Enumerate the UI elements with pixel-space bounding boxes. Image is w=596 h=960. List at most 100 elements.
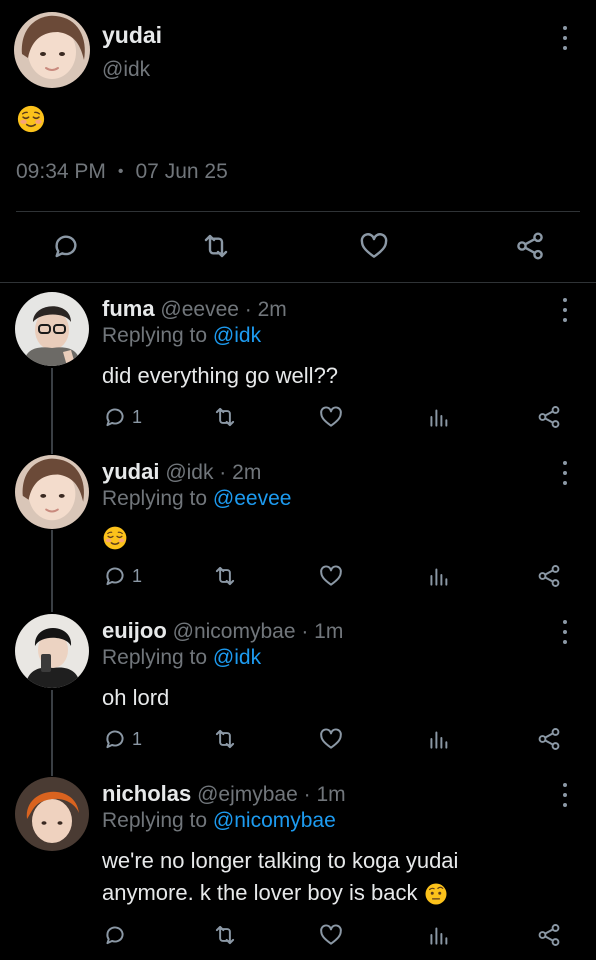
share-icon <box>536 726 562 752</box>
reply-header: yudai @idk · 2m <box>102 459 261 485</box>
reply-header: nicholas @ejmybae · 1m <box>102 781 346 807</box>
mention-link[interactable]: @nicomybae <box>213 809 336 832</box>
replying-to: Replying to @idk <box>102 646 261 670</box>
share-button[interactable] <box>514 230 546 262</box>
avatar[interactable] <box>15 292 89 366</box>
reply-button[interactable] <box>102 922 128 948</box>
relieved-face-emoji-icon <box>102 525 128 551</box>
replying-prefix: Replying to <box>102 324 208 347</box>
author-name[interactable]: fuma <box>102 296 155 321</box>
share-icon <box>514 230 546 262</box>
heart-icon <box>318 404 344 430</box>
author-handle[interactable]: @ejmybae · 1m <box>197 783 346 806</box>
analytics-button[interactable] <box>426 404 452 430</box>
mention-link[interactable]: @idk <box>213 646 261 669</box>
tweet-text: we're no longer talking to koga yudai an… <box>102 845 572 909</box>
reply-count: 1 <box>132 728 143 749</box>
reply-button[interactable]: 1 <box>102 726 142 752</box>
reply-icon <box>102 922 128 948</box>
divider <box>0 282 596 283</box>
avatar[interactable] <box>15 777 89 851</box>
analytics-button[interactable] <box>426 726 452 752</box>
retweet-icon <box>212 726 238 752</box>
reply-button[interactable]: 1 <box>102 404 142 430</box>
tweet-text <box>16 104 46 134</box>
author-handle[interactable]: @nicomybae · 1m <box>173 620 344 643</box>
retweet-button[interactable] <box>212 922 238 948</box>
avatar[interactable] <box>15 455 89 529</box>
raised-eyebrow-emoji-icon <box>424 882 448 906</box>
timestamp-separator: • <box>117 163 124 180</box>
avatar[interactable] <box>14 12 90 88</box>
more-options-icon[interactable] <box>561 620 569 644</box>
author-handle[interactable]: @idk <box>102 58 150 82</box>
relieved-face-emoji-icon <box>16 104 46 134</box>
reply-button[interactable] <box>50 230 82 262</box>
author-handle[interactable]: @idk · 2m <box>165 461 261 484</box>
share-button[interactable] <box>536 563 562 589</box>
replying-to: Replying to @nicomybae <box>102 809 336 833</box>
more-options-icon[interactable] <box>561 461 569 485</box>
retweet-icon <box>212 922 238 948</box>
mention-link[interactable]: @idk <box>213 324 261 347</box>
reply-icon <box>102 563 128 589</box>
like-button[interactable] <box>318 922 344 948</box>
mention-link[interactable]: @eevee <box>213 487 292 510</box>
reply-tweet[interactable]: yudai @idk · 2m Replying to @eevee 1 <box>0 453 596 613</box>
retweet-button[interactable] <box>212 404 238 430</box>
replying-prefix: Replying to <box>102 646 208 669</box>
share-button[interactable] <box>536 404 562 430</box>
reply-icon <box>102 726 128 752</box>
tweet-actions: 1 <box>0 726 596 754</box>
more-options-icon[interactable] <box>561 783 569 807</box>
replying-prefix: Replying to <box>102 487 208 510</box>
retweet-button[interactable] <box>212 726 238 752</box>
share-button[interactable] <box>536 726 562 752</box>
heart-icon <box>358 230 390 262</box>
author-name[interactable]: yudai <box>102 459 159 484</box>
reply-tweet[interactable]: nicholas @ejmybae · 1m Replying to @nico… <box>0 775 596 960</box>
divider <box>16 211 580 212</box>
retweet-button[interactable] <box>212 563 238 589</box>
like-button[interactable] <box>358 230 390 262</box>
heart-icon <box>318 726 344 752</box>
stats-icon <box>426 404 452 430</box>
analytics-button[interactable] <box>426 563 452 589</box>
reply-icon <box>50 230 82 262</box>
author-name[interactable]: nicholas <box>102 781 191 806</box>
author-name[interactable]: yudai <box>102 22 162 49</box>
share-button[interactable] <box>536 922 562 948</box>
reply-header: euijoo @nicomybae · 1m <box>102 618 343 644</box>
more-options-icon[interactable] <box>561 298 569 322</box>
replying-prefix: Replying to <box>102 809 208 832</box>
analytics-button[interactable] <box>426 922 452 948</box>
author-handle[interactable]: @eevee · 2m <box>160 298 286 321</box>
main-tweet: yudai @idk 09:34 PM • 07 Jun 25 <box>0 0 596 283</box>
more-options-icon[interactable] <box>561 26 569 50</box>
avatar[interactable] <box>15 614 89 688</box>
tweet-date: 07 Jun 25 <box>135 160 228 183</box>
retweet-button[interactable] <box>200 230 232 262</box>
share-icon <box>536 563 562 589</box>
replying-to: Replying to @idk <box>102 324 261 348</box>
reply-header: fuma @eevee · 2m <box>102 296 287 322</box>
heart-icon <box>318 922 344 948</box>
like-button[interactable] <box>318 563 344 589</box>
retweet-icon <box>200 230 232 262</box>
like-button[interactable] <box>318 726 344 752</box>
like-button[interactable] <box>318 404 344 430</box>
stats-icon <box>426 726 452 752</box>
tweet-text: did everything go well?? <box>102 363 339 388</box>
reply-button[interactable]: 1 <box>102 563 142 589</box>
author-name[interactable]: euijoo <box>102 618 167 643</box>
reply-tweet[interactable]: fuma @eevee · 2m Replying to @idk did ev… <box>0 290 596 450</box>
reply-count: 1 <box>132 565 143 586</box>
replying-to: Replying to @eevee <box>102 487 291 511</box>
reply-tweet[interactable]: euijoo @nicomybae · 1m Replying to @idk … <box>0 612 596 772</box>
tweet-text-content: anymore. k the lover boy is back <box>102 880 418 905</box>
stats-icon <box>426 563 452 589</box>
tweet-time: 09:34 PM <box>16 160 106 183</box>
tweet-text <box>102 521 572 553</box>
stats-icon <box>426 922 452 948</box>
tweet-actions <box>0 226 596 266</box>
